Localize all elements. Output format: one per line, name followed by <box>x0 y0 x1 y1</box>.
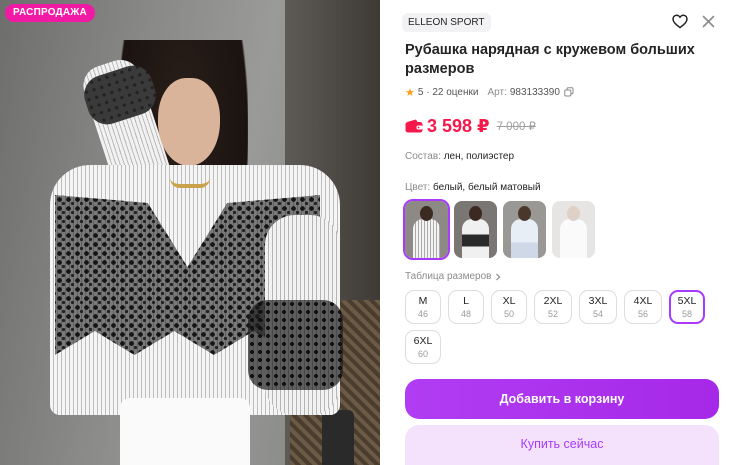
composition: Состав: лен, полиэстер <box>405 151 718 162</box>
favorite-heart-icon[interactable] <box>671 13 688 30</box>
current-price: 3 598 ₽ <box>427 115 490 136</box>
rating-row: ★ 5 · 22 оценки Арт: 983133390 <box>405 85 718 99</box>
product-photo[interactable]: РАСПРОДАЖА <box>0 0 380 465</box>
composition-value: лен, полиэстер <box>443 151 515 162</box>
size-option[interactable]: 3XL 54 <box>579 290 617 324</box>
size-option[interactable]: 6XL 60 <box>405 330 441 364</box>
size-option[interactable]: L 48 <box>448 290 484 324</box>
color-variant-thumb[interactable] <box>552 201 595 258</box>
size-option[interactable]: XL 50 <box>491 290 527 324</box>
color-variant-thumb[interactable] <box>503 201 546 258</box>
add-to-cart-button[interactable]: Добавить в корзину <box>405 379 719 419</box>
size-option[interactable]: 2XL 52 <box>534 290 572 324</box>
price-row: 3 598 ₽ 7 000 ₽ <box>405 114 718 138</box>
product-title: Рубашка нарядная с кружевом больших разм… <box>405 42 695 77</box>
size-table-label: Таблица размеров <box>405 271 492 282</box>
product-quick-view: РАСПРОДАЖА ELLEON SPORT Рубашка нарядная… <box>0 0 730 465</box>
chevron-right-icon <box>496 273 501 280</box>
size-selector: M 46 L 48 XL 50 2XL 52 3XL 54 4XL 56 5XL 58 6XL… <box>405 290 725 364</box>
size-option[interactable]: 4XL 56 <box>624 290 662 324</box>
composition-label: Состав: <box>405 151 441 162</box>
product-info-panel: ELLEON SPORT Рубашка нарядная с кружевом… <box>380 0 730 465</box>
old-price: 7 000 ₽ <box>496 121 536 133</box>
article-number: 983133390 <box>509 86 560 98</box>
brand-chip[interactable]: ELLEON SPORT <box>402 13 491 32</box>
wallet-icon <box>405 119 423 133</box>
article-label: Арт: <box>487 86 507 98</box>
close-icon[interactable] <box>700 13 717 30</box>
star-icon: ★ <box>405 86 415 99</box>
top-actions <box>671 13 717 30</box>
color-label: Цвет: <box>405 182 431 193</box>
color: Цвет: белый, белый матовый <box>405 182 718 193</box>
photo-background-vase <box>322 410 354 465</box>
copy-icon[interactable] <box>564 87 574 97</box>
color-value: белый, белый матовый <box>432 182 541 193</box>
color-variant-thumb[interactable] <box>454 201 497 258</box>
buy-now-button[interactable]: Купить сейчас <box>405 425 719 465</box>
color-variant-thumb[interactable] <box>403 199 450 260</box>
size-option-selected[interactable]: 5XL 58 <box>669 290 705 324</box>
reviews-count[interactable]: 22 оценки <box>432 87 478 98</box>
size-table-link[interactable]: Таблица размеров <box>405 271 718 282</box>
sale-badge: РАСПРОДАЖА <box>5 4 95 22</box>
color-variants <box>403 199 718 260</box>
size-option[interactable]: M 46 <box>405 290 441 324</box>
